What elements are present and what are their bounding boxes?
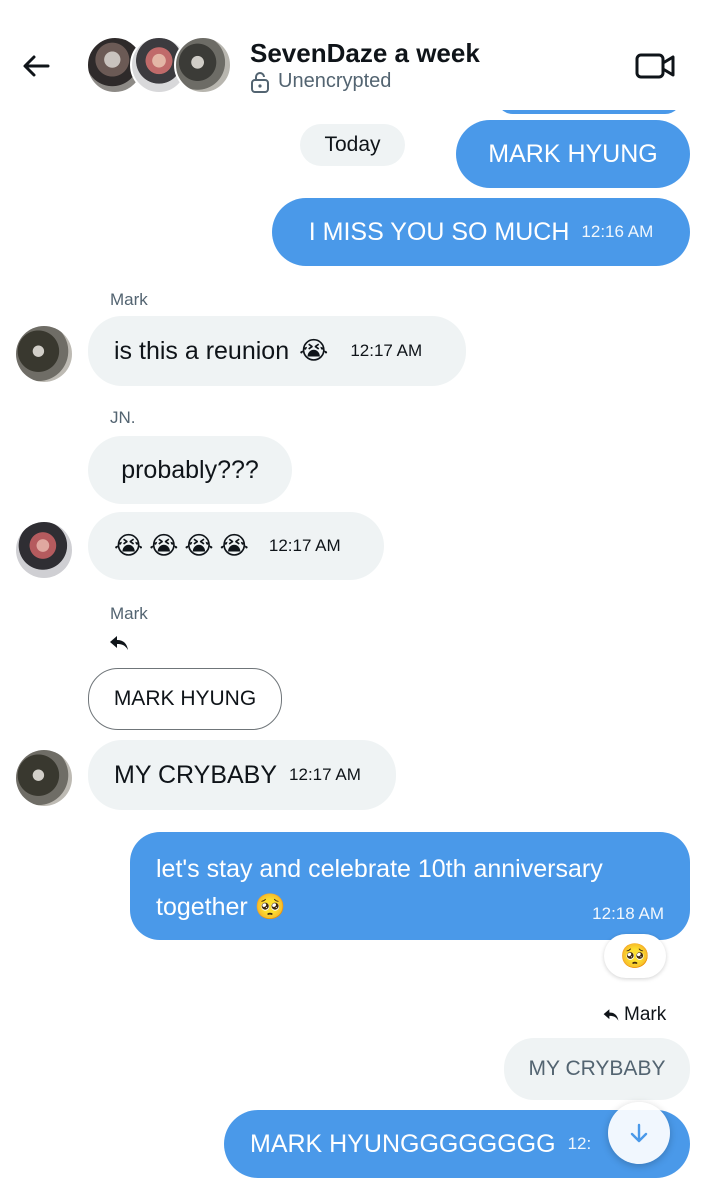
message-timestamp: 12:: [567, 1133, 592, 1153]
sender-name: Mark: [110, 290, 148, 309]
message-reaction[interactable]: 🥺: [604, 934, 666, 978]
date-separator: Today: [300, 124, 405, 166]
message-bubble-incoming[interactable]: probably???: [88, 436, 292, 504]
quoted-message[interactable]: MY CRYBABY: [504, 1038, 690, 1100]
pleading-emoji: 🥺: [254, 892, 286, 921]
scroll-to-bottom-button[interactable]: [608, 1102, 670, 1164]
sender-name: Mark: [110, 604, 148, 623]
message-bubble-outgoing[interactable]: let's stay and celebrate 10th anniversar…: [130, 832, 690, 940]
encryption-label: Unencrypted: [278, 70, 392, 92]
group-avatars[interactable]: [86, 36, 236, 96]
arrow-left-icon: [23, 55, 50, 77]
message-text-line-container: together 🥺: [156, 888, 664, 926]
message-text-line: let's stay and celebrate 10th anniversar…: [156, 855, 603, 883]
conversation-header: SevenDaze a week Unencrypted: [0, 0, 706, 110]
sender-avatar[interactable]: [16, 326, 72, 382]
video-camera-icon: [635, 53, 675, 79]
quoted-message[interactable]: MARK HYUNG: [88, 668, 282, 730]
reply-icon: [603, 1009, 619, 1021]
message-text: MARK HYUNGGGGGGGG: [250, 1130, 556, 1158]
message-timestamp: 12:17 AM: [268, 535, 341, 555]
conversation-title[interactable]: SevenDaze a week: [250, 38, 480, 69]
message-text: MY CRYBABY: [114, 761, 278, 789]
message-timestamp: 12:17 AM: [289, 764, 361, 784]
member-avatar: [174, 36, 232, 94]
reply-to-name: Mark: [624, 1004, 667, 1025]
back-button[interactable]: [18, 48, 54, 84]
crying-emoji-group: 😭😭😭😭: [114, 531, 255, 560]
message-text: I MISS YOU SO MUCH: [308, 218, 570, 246]
reply-icon: [108, 634, 130, 657]
sender-name: JN.: [110, 408, 136, 427]
message-bubble-incoming[interactable]: MY CRYBABY 12:17 AM: [88, 740, 396, 810]
arrow-down-icon: [630, 1123, 648, 1143]
message-bubble-incoming[interactable]: 😭😭😭😭 12:17 AM: [88, 512, 384, 580]
message-text: is this a reunion: [114, 337, 290, 365]
message-bubble-incoming[interactable]: is this a reunion 😭 12:17 AM: [88, 316, 466, 386]
message-timestamp: 12:18 AM: [592, 903, 664, 923]
crying-emoji: 😭: [299, 336, 329, 365]
message-bubble-outgoing[interactable]: I MISS YOU SO MUCH 12:16 AM: [272, 198, 690, 266]
message-timestamp: 12:16 AM: [581, 221, 654, 241]
unlock-icon: [251, 71, 269, 93]
sender-avatar[interactable]: [16, 750, 72, 806]
sender-avatar[interactable]: [16, 522, 72, 578]
message-text: MARK HYUNG: [488, 140, 658, 168]
message-bubble-outgoing[interactable]: MARK HYUNG: [456, 120, 690, 188]
message-text: probably???: [121, 456, 259, 484]
reply-to-label: Mark: [602, 1004, 666, 1026]
encryption-status: Unencrypted: [250, 70, 391, 93]
message-text-line: together: [156, 893, 248, 921]
video-call-button[interactable]: [634, 50, 678, 82]
message-timestamp: 12:17 AM: [350, 340, 423, 360]
